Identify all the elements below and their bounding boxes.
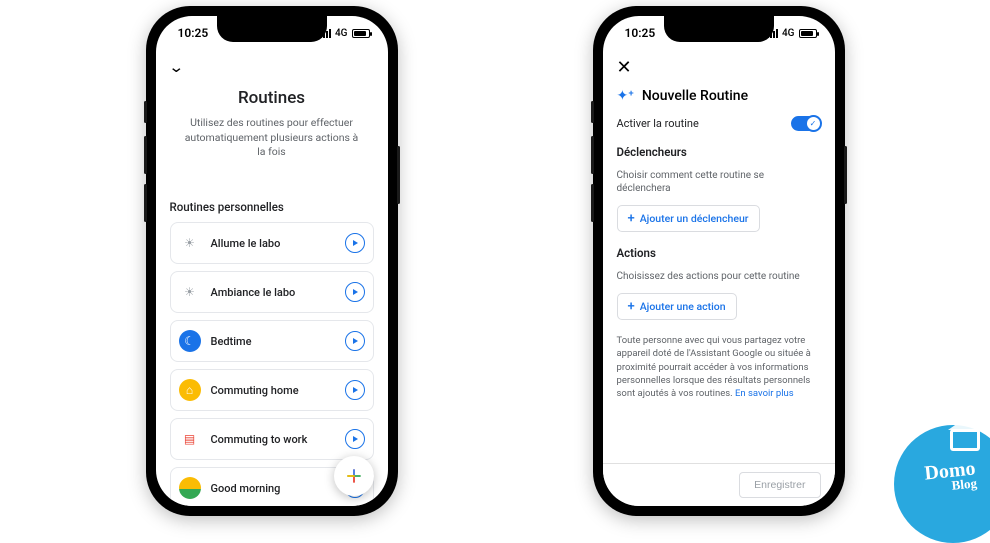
status-net: 4G bbox=[782, 28, 795, 39]
briefcase-icon: ▤ bbox=[179, 428, 201, 450]
page-title: Routines bbox=[170, 88, 374, 108]
page-subtitle: Utilisez des routines pour effectuer aut… bbox=[180, 116, 364, 160]
sun-icon: ☀ bbox=[179, 232, 201, 254]
triggers-hint: Choisir comment cette routine se déclenc… bbox=[617, 169, 821, 195]
phone-right: 10:25 4G ✕ ✦⁺ Nouvelle Routine Activer l… bbox=[593, 6, 845, 516]
status-time: 10:25 bbox=[625, 26, 656, 40]
routine-row[interactable]: ⌂ Commuting home bbox=[170, 369, 374, 411]
routine-label: Commuting home bbox=[211, 384, 335, 397]
back-button[interactable]: ⌄ bbox=[168, 58, 184, 76]
phone-left: 10:25 4G ⌄ Routines Utilisez des routine… bbox=[146, 6, 398, 516]
activate-label: Activer la routine bbox=[617, 117, 699, 130]
routine-row[interactable]: ☀ Allume le labo bbox=[170, 222, 374, 264]
actions-heading: Actions bbox=[617, 246, 821, 260]
play-button[interactable] bbox=[345, 233, 365, 253]
routine-label: Commuting to work bbox=[211, 433, 335, 446]
status-net: 4G bbox=[335, 28, 348, 39]
privacy-footnote: Toute personne avec qui vous partagez vo… bbox=[617, 334, 821, 400]
notch bbox=[217, 16, 327, 42]
sun-icon: ☀ bbox=[179, 281, 201, 303]
plus-icon bbox=[345, 467, 363, 485]
play-button[interactable] bbox=[345, 282, 365, 302]
battery-icon bbox=[352, 29, 370, 38]
close-button[interactable]: ✕ bbox=[617, 57, 632, 78]
routine-label: Bedtime bbox=[211, 335, 335, 348]
play-button[interactable] bbox=[345, 380, 365, 400]
routine-row[interactable]: ▤ Commuting to work bbox=[170, 418, 374, 460]
add-trigger-button[interactable]: + Ajouter un déclencheur bbox=[617, 205, 760, 232]
play-button[interactable] bbox=[345, 331, 365, 351]
page-title: Nouvelle Routine bbox=[642, 88, 748, 104]
notch bbox=[664, 16, 774, 42]
section-label: Routines personnelles bbox=[170, 200, 374, 214]
routine-label: Good morning bbox=[211, 482, 335, 495]
add-action-label: Ajouter une action bbox=[640, 300, 726, 313]
actions-hint: Choisissez des actions pour cette routin… bbox=[617, 270, 821, 283]
moon-icon: ☾ bbox=[179, 330, 201, 352]
wand-icon: ✦⁺ bbox=[617, 88, 634, 104]
sunrise-icon bbox=[179, 477, 201, 499]
plus-icon: + bbox=[628, 300, 635, 313]
routine-row[interactable]: ☀ Ambiance le labo bbox=[170, 271, 374, 313]
routine-label: Ambiance le labo bbox=[211, 286, 335, 299]
routine-row[interactable]: ☾ Bedtime bbox=[170, 320, 374, 362]
play-button[interactable] bbox=[345, 429, 365, 449]
add-action-button[interactable]: + Ajouter une action bbox=[617, 293, 737, 320]
save-button[interactable]: Enregistrer bbox=[739, 472, 820, 498]
triggers-heading: Déclencheurs bbox=[617, 145, 821, 159]
add-routine-fab[interactable] bbox=[334, 456, 374, 496]
activate-toggle[interactable] bbox=[791, 116, 821, 131]
watermark: Domo Blog bbox=[880, 411, 990, 521]
routine-label: Allume le labo bbox=[211, 237, 335, 250]
new-routine-screen: ✦⁺ Nouvelle Routine Activer la routine D… bbox=[603, 84, 835, 463]
routines-list-screen: Routines Utilisez des routines pour effe… bbox=[156, 84, 388, 506]
learn-more-link[interactable]: En savoir plus bbox=[735, 388, 794, 399]
battery-icon bbox=[799, 29, 817, 38]
status-time: 10:25 bbox=[178, 26, 209, 40]
house-icon bbox=[950, 429, 980, 451]
plus-icon: + bbox=[628, 212, 635, 225]
home-icon: ⌂ bbox=[179, 379, 201, 401]
add-trigger-label: Ajouter un déclencheur bbox=[640, 212, 749, 225]
